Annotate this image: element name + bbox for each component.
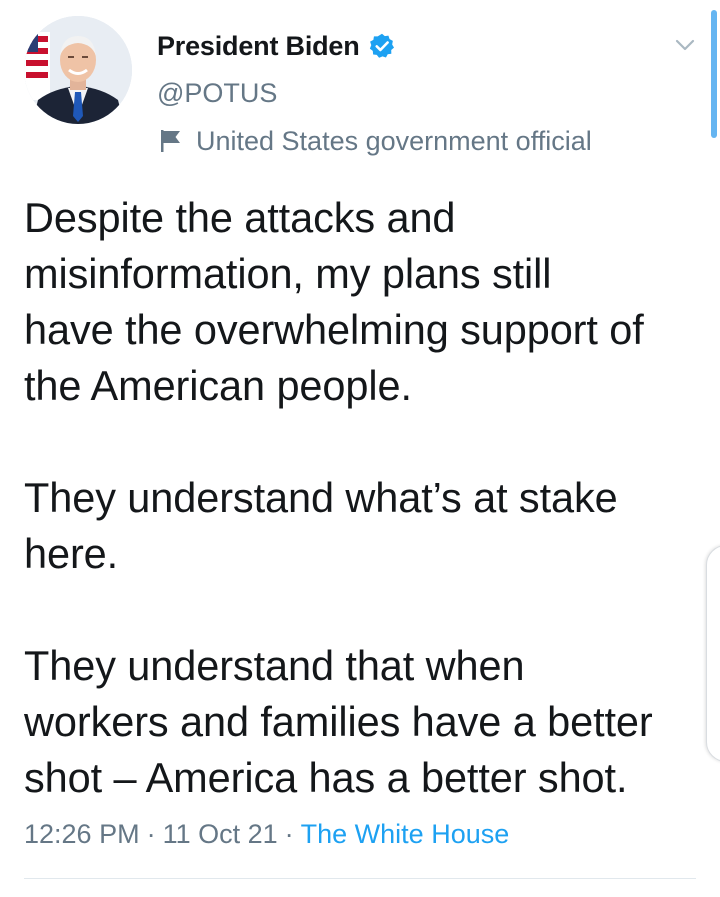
tweet-time[interactable]: 12:26 PM (24, 819, 140, 850)
flag-icon (160, 129, 182, 153)
verified-badge-icon (368, 32, 396, 60)
chevron-down-icon[interactable] (672, 32, 698, 58)
tweet-date[interactable]: 11 Oct 21 (163, 819, 278, 850)
divider (24, 878, 696, 879)
author-name-row[interactable]: President Biden (157, 28, 396, 64)
government-label-text: United States government official (196, 125, 592, 156)
avatar[interactable] (24, 16, 132, 124)
meta-separator: · (284, 818, 294, 849)
author-display-name[interactable]: President Biden (157, 31, 360, 62)
author-handle[interactable]: @POTUS (157, 78, 277, 109)
meta-separator: · (146, 818, 156, 849)
government-label[interactable]: United States government official (160, 124, 592, 158)
tweet-card: President Biden @POTUS United States gov… (0, 0, 720, 897)
tweet-metadata: 12:26 PM · 11 Oct 21 · The White House (24, 814, 509, 854)
tweet-source-link[interactable]: The White House (301, 819, 510, 850)
avatar-portrait-icon (24, 16, 132, 124)
scrollbar[interactable] (711, 10, 717, 138)
tweet-text: Despite the attacks and misinformation, … (24, 194, 653, 801)
